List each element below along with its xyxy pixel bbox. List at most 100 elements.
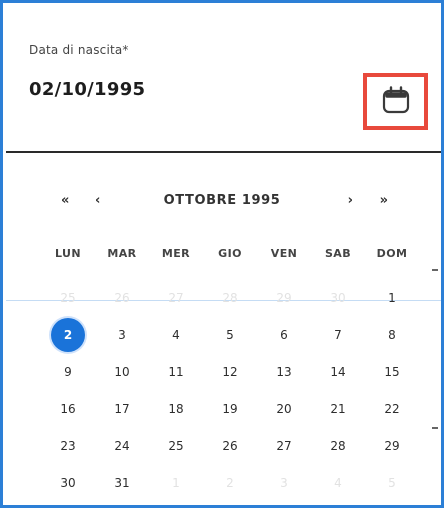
calendar-button[interactable] bbox=[363, 73, 428, 130]
day-number: 29 bbox=[276, 290, 292, 305]
day-number: 31 bbox=[114, 475, 130, 490]
date-picker-frame: Data di nascita* 02/10/1995 « ‹ OTTOBRE … bbox=[0, 0, 444, 508]
day-number: 1 bbox=[388, 290, 396, 305]
day-cell-outside-month[interactable]: 30 bbox=[311, 279, 365, 316]
day-cell[interactable]: 20 bbox=[257, 390, 311, 427]
day-cell[interactable]: 16 bbox=[41, 390, 95, 427]
day-cell[interactable]: 1 bbox=[365, 279, 419, 316]
day-cell[interactable]: 7 bbox=[311, 316, 365, 353]
day-number: 15 bbox=[384, 364, 400, 379]
day-cell-outside-month[interactable]: 26 bbox=[95, 279, 149, 316]
day-cell-outside-month[interactable]: 4 bbox=[311, 464, 365, 501]
day-number: 27 bbox=[276, 438, 292, 453]
day-cell[interactable]: 21 bbox=[311, 390, 365, 427]
day-cell[interactable]: 17 bbox=[95, 390, 149, 427]
day-number: 25 bbox=[168, 438, 184, 453]
weekday-label: GIO bbox=[218, 247, 242, 260]
day-cell[interactable]: 6 bbox=[257, 316, 311, 353]
weekday-label: MAR bbox=[107, 247, 137, 260]
field-label: Data di nascita* bbox=[29, 43, 129, 57]
day-cell[interactable]: 28 bbox=[311, 427, 365, 464]
day-number: 29 bbox=[384, 438, 400, 453]
month-navigation: « ‹ OTTOBRE 1995 › » bbox=[33, 189, 411, 213]
day-cell[interactable]: 3 bbox=[95, 316, 149, 353]
weekday-label: MER bbox=[161, 247, 191, 260]
day-cell[interactable]: 5 bbox=[203, 316, 257, 353]
calendar-icon bbox=[381, 85, 411, 119]
day-number: 24 bbox=[114, 438, 130, 453]
day-cell-outside-month[interactable]: 29 bbox=[257, 279, 311, 316]
day-number: 30 bbox=[330, 290, 346, 305]
day-cell[interactable]: 4 bbox=[149, 316, 203, 353]
day-cell[interactable]: 9 bbox=[41, 353, 95, 390]
day-number: 7 bbox=[334, 327, 342, 342]
day-number: 2 bbox=[226, 475, 234, 490]
month-year-label[interactable]: OTTOBRE 1995 bbox=[33, 189, 411, 213]
weekday-label: LUN bbox=[55, 247, 81, 260]
weekday-label: SAB bbox=[324, 247, 352, 260]
day-number: 11 bbox=[168, 364, 184, 379]
day-cell[interactable]: 10 bbox=[95, 353, 149, 390]
day-number: 2 bbox=[51, 317, 85, 352]
day-number: 3 bbox=[280, 475, 288, 490]
day-cell-outside-month[interactable]: 3 bbox=[257, 464, 311, 501]
day-cell[interactable]: 13 bbox=[257, 353, 311, 390]
next-month-button[interactable]: › bbox=[348, 189, 353, 213]
day-cell[interactable]: 24 bbox=[95, 427, 149, 464]
day-cell[interactable]: 19 bbox=[203, 390, 257, 427]
day-cell-outside-month[interactable]: 27 bbox=[149, 279, 203, 316]
day-number: 8 bbox=[388, 327, 396, 342]
day-number: 18 bbox=[168, 401, 184, 416]
day-number: 23 bbox=[60, 438, 76, 453]
day-number: 10 bbox=[114, 364, 130, 379]
day-cell[interactable]: 15 bbox=[365, 353, 419, 390]
day-number: 3 bbox=[118, 327, 126, 342]
day-cell[interactable]: 25 bbox=[149, 427, 203, 464]
day-cell[interactable]: 31 bbox=[95, 464, 149, 501]
day-number: 26 bbox=[222, 438, 238, 453]
day-cell-outside-month[interactable]: 25 bbox=[41, 279, 95, 316]
day-cell-outside-month[interactable]: 5 bbox=[365, 464, 419, 501]
day-cell[interactable]: 18 bbox=[149, 390, 203, 427]
day-cell[interactable]: 27 bbox=[257, 427, 311, 464]
day-cell[interactable]: 8 bbox=[365, 316, 419, 353]
day-number: 16 bbox=[60, 401, 76, 416]
day-number: 1 bbox=[172, 475, 180, 490]
day-number: 25 bbox=[60, 290, 76, 305]
day-number: 5 bbox=[226, 327, 234, 342]
day-cell[interactable]: 11 bbox=[149, 353, 203, 390]
day-cell[interactable]: 14 bbox=[311, 353, 365, 390]
day-number: 5 bbox=[388, 475, 396, 490]
day-number: 28 bbox=[330, 438, 346, 453]
weekday-header-row: LUN MAR MER GIO VEN SAB DOM bbox=[41, 247, 419, 260]
day-number: 19 bbox=[222, 401, 238, 416]
day-cell-outside-month[interactable]: 2 bbox=[203, 464, 257, 501]
day-number: 4 bbox=[172, 327, 180, 342]
day-number: 27 bbox=[168, 290, 184, 305]
day-cell[interactable]: 23 bbox=[41, 427, 95, 464]
day-cell[interactable]: 30 bbox=[41, 464, 95, 501]
day-cell[interactable]: 12 bbox=[203, 353, 257, 390]
day-number: 21 bbox=[330, 401, 346, 416]
day-number: 12 bbox=[222, 364, 238, 379]
edge-tick bbox=[432, 427, 438, 429]
day-number: 9 bbox=[64, 364, 72, 379]
day-cell[interactable]: 29 bbox=[365, 427, 419, 464]
day-cell-outside-month[interactable]: 1 bbox=[149, 464, 203, 501]
day-cell-selected[interactable]: 2 bbox=[41, 316, 95, 353]
day-number: 6 bbox=[280, 327, 288, 342]
day-cell[interactable]: 22 bbox=[365, 390, 419, 427]
day-number: 14 bbox=[330, 364, 346, 379]
day-number: 30 bbox=[60, 475, 76, 490]
weekday-label: VEN bbox=[270, 247, 298, 260]
day-number: 22 bbox=[384, 401, 400, 416]
next-year-button[interactable]: » bbox=[380, 189, 388, 213]
day-number: 26 bbox=[114, 290, 130, 305]
day-number: 28 bbox=[222, 290, 238, 305]
edge-tick bbox=[432, 269, 438, 271]
day-cell[interactable]: 26 bbox=[203, 427, 257, 464]
day-number: 17 bbox=[114, 401, 130, 416]
day-number: 4 bbox=[334, 475, 342, 490]
weekday-label: DOM bbox=[376, 247, 408, 260]
day-cell-outside-month[interactable]: 28 bbox=[203, 279, 257, 316]
